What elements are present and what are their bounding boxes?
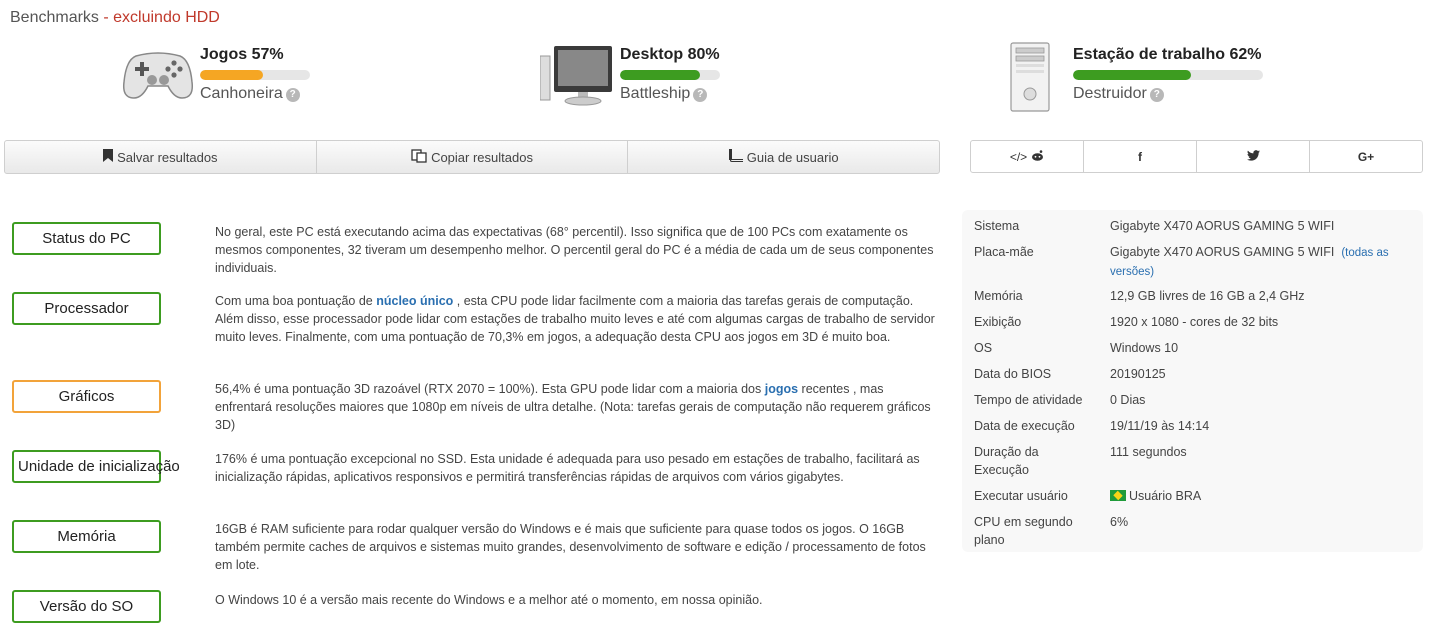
save-results-button[interactable]: Salvar resultados bbox=[5, 141, 317, 173]
sysinfo-value: 0 Dias bbox=[1110, 393, 1146, 407]
benchmark-games-rating: Canhoneira? bbox=[200, 85, 300, 103]
benchmark-workstation: Estação de trabalho 62% Destruidor? bbox=[1010, 40, 1290, 116]
sysinfo-key: Exibição bbox=[974, 315, 1022, 329]
graphics-description: 56,4% é uma pontuação 3D razoável (RTX 2… bbox=[215, 380, 937, 434]
sysinfo-key: Data de execução bbox=[974, 419, 1075, 433]
benchmarks-header: Benchmarks - excluindo HDD bbox=[10, 9, 220, 27]
header-title: Benchmarks bbox=[10, 9, 99, 26]
twitter-icon bbox=[1246, 149, 1260, 164]
boot-drive-label[interactable]: Unidade de inicialização bbox=[12, 450, 180, 483]
single-core-link[interactable]: núcleo único bbox=[376, 294, 453, 308]
sysinfo-value: 20190125 bbox=[1110, 367, 1166, 381]
help-icon[interactable]: ? bbox=[1149, 88, 1164, 102]
twitter-share-button[interactable] bbox=[1197, 141, 1310, 172]
embed-icon: </> bbox=[1009, 149, 1028, 164]
benchmark-games-rating-label: Canhoneira bbox=[200, 85, 283, 102]
results-toolbar: Salvar resultados Copiar resultados Guia… bbox=[4, 140, 940, 174]
reddit-icon bbox=[1031, 149, 1044, 164]
sysinfo-key: Duração da Execução bbox=[974, 445, 1039, 477]
sysinfo-value: 1920 x 1080 - cores de 32 bits bbox=[1110, 315, 1279, 329]
processor-description: Com uma boa pontuação de núcleo único , … bbox=[215, 292, 937, 346]
sysinfo-value: Windows 10 bbox=[1110, 341, 1179, 355]
bookmark-icon bbox=[103, 149, 114, 165]
help-icon[interactable]: ? bbox=[693, 88, 708, 102]
facebook-share-button[interactable]: f bbox=[1084, 141, 1197, 172]
graphics-text-before: 56,4% é uma pontuação 3D razoável (RTX 2… bbox=[215, 382, 765, 396]
sysinfo-key: Data do BIOS bbox=[974, 367, 1052, 381]
sysinfo-key: Placa-mãe bbox=[974, 245, 1034, 259]
book-icon bbox=[728, 149, 743, 165]
sysinfo-key: Tempo de atividade bbox=[974, 393, 1083, 407]
save-results-label: Salvar resultados bbox=[117, 149, 218, 165]
processor-label[interactable]: Processador bbox=[12, 292, 161, 325]
sysinfo-value: 111 segundos bbox=[1110, 445, 1187, 459]
benchmark-games: Jogos 57% Canhoneira? bbox=[122, 40, 322, 116]
gamepad-icon bbox=[122, 48, 194, 105]
sysinfo-value: Usuário BRA bbox=[1110, 487, 1410, 505]
embed-reddit-button[interactable]: </> bbox=[971, 141, 1084, 172]
sysinfo-key: Executar usuário bbox=[974, 489, 1068, 503]
copy-results-label: Copiar resultados bbox=[431, 149, 533, 165]
help-icon[interactable]: ? bbox=[285, 88, 300, 102]
sysinfo-key: OS bbox=[974, 341, 993, 355]
benchmark-workstation-title: Estação de trabalho 62% bbox=[1073, 46, 1262, 63]
copy-results-button[interactable]: Copiar resultados bbox=[317, 141, 629, 173]
header-subtitle: - excluindo HDD bbox=[98, 9, 220, 26]
games-link[interactable]: jogos bbox=[765, 382, 798, 396]
copy-icon bbox=[411, 148, 427, 166]
sysinfo-key: CPU em segundo plano bbox=[974, 515, 1073, 547]
google-plus-share-button[interactable]: G+ bbox=[1310, 141, 1422, 172]
benchmark-desktop: Desktop 80% Battleship? bbox=[539, 40, 740, 116]
sysinfo-value: Gigabyte X470 AORUS GAMING 5 WIFI bbox=[1110, 219, 1335, 233]
memory-description: 16GB é RAM suficiente para rodar qualque… bbox=[215, 522, 926, 572]
status-pc-label[interactable]: Status do PC bbox=[12, 222, 161, 255]
benchmark-desktop-title: Desktop 80% bbox=[620, 46, 720, 63]
sysinfo-key: Memória bbox=[974, 289, 1023, 303]
sysinfo-value: 12,9 GB livres de 16 GB a 2,4 GHz bbox=[1110, 289, 1305, 303]
sysinfo-value: 6% bbox=[1110, 515, 1129, 529]
benchmark-games-bar bbox=[200, 70, 310, 80]
monitor-icon bbox=[539, 46, 614, 111]
benchmark-desktop-bar bbox=[620, 70, 720, 80]
benchmark-desktop-rating-label: Battleship bbox=[620, 85, 691, 102]
graphics-label[interactable]: Gráficos bbox=[12, 380, 161, 413]
benchmark-games-title: Jogos 57% bbox=[200, 46, 284, 63]
processor-text-before: Com uma boa pontuação de bbox=[215, 294, 377, 308]
benchmark-workstation-fill bbox=[1073, 70, 1191, 80]
run-user-value: Usuário BRA bbox=[1129, 489, 1202, 503]
os-version-description: O Windows 10 é a versão mais recente do … bbox=[215, 593, 763, 607]
boot-drive-description: 176% é uma pontuação excepcional no SSD.… bbox=[215, 452, 920, 484]
facebook-icon: f bbox=[1138, 149, 1142, 164]
motherboard-value: Gigabyte X470 AORUS GAMING 5 WIFI bbox=[1110, 245, 1335, 259]
google-plus-icon: G+ bbox=[1357, 149, 1375, 164]
user-guide-button[interactable]: Guia de usuario bbox=[628, 141, 939, 173]
workstation-tower-icon bbox=[1010, 42, 1050, 117]
benchmark-desktop-rating: Battleship? bbox=[620, 85, 708, 103]
os-version-label[interactable]: Versão do SO bbox=[12, 590, 161, 623]
memory-label[interactable]: Memória bbox=[12, 520, 161, 553]
sysinfo-key: Sistema bbox=[974, 219, 1020, 233]
benchmark-workstation-rating-label: Destruidor bbox=[1073, 85, 1147, 102]
benchmark-workstation-rating: Destruidor? bbox=[1073, 85, 1164, 103]
sysinfo-value: Gigabyte X470 AORUS GAMING 5 WIFI (todas… bbox=[1110, 243, 1410, 281]
benchmark-workstation-bar bbox=[1073, 70, 1263, 80]
benchmark-desktop-fill bbox=[620, 70, 700, 80]
sysinfo-value: 19/11/19 às 14:14 bbox=[1110, 419, 1210, 433]
user-guide-label: Guia de usuario bbox=[746, 149, 839, 165]
share-bar: </> f G+ bbox=[970, 140, 1423, 173]
system-info-panel: Sistema Gigabyte X470 AORUS GAMING 5 WIFI… bbox=[962, 210, 1423, 552]
brazil-flag-icon bbox=[1110, 490, 1126, 501]
status-pc-description: No geral, este PC está executando acima … bbox=[215, 225, 934, 275]
benchmark-games-fill bbox=[200, 70, 263, 80]
